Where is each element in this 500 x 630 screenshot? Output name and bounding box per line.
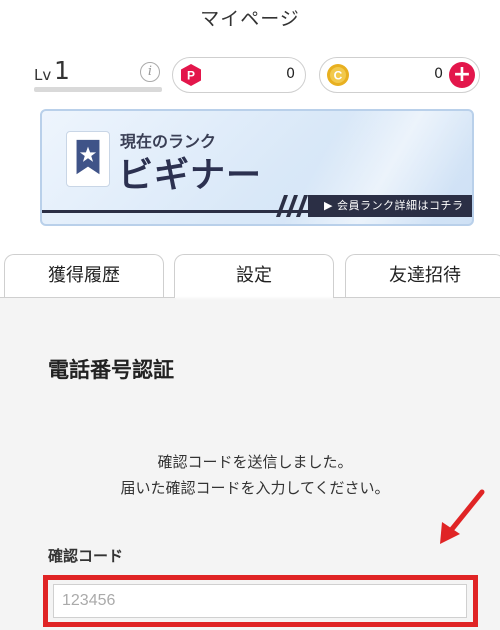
level-prefix: Lv — [34, 66, 52, 84]
svg-text:P: P — [187, 69, 195, 83]
tab-invite[interactable]: 友達招待 — [345, 254, 500, 298]
verification-code-input[interactable] — [53, 584, 467, 618]
rank-ribbon-icon — [66, 131, 110, 187]
section-title: 電話番号認証 — [48, 358, 174, 382]
rank-card[interactable]: 現在のランク ビギナー ▶ 会員ランク詳細はコチラ — [40, 109, 474, 226]
page-title: マイページ — [200, 8, 300, 30]
svg-text:C: C — [334, 69, 343, 83]
coins-value: 0 — [434, 66, 443, 82]
coins-balance: C 0 + — [319, 57, 480, 93]
coin-icon: C — [327, 64, 349, 86]
verification-message-line2: 届いた確認コードを入力してください。 — [120, 479, 390, 497]
points-badge-icon: P — [181, 64, 201, 86]
level-indicator: Lv 1 i — [34, 56, 162, 92]
points-value: 0 — [286, 66, 295, 82]
arrow-icon — [440, 489, 485, 544]
tab-settings[interactable]: 設定 — [174, 254, 334, 298]
info-icon[interactable]: i — [140, 62, 160, 82]
plus-icon[interactable]: + — [449, 62, 475, 88]
rank-stripes-decoration — [276, 195, 308, 217]
tab-history[interactable]: 獲得履歴 — [4, 254, 164, 298]
verification-message-line1: 確認コードを送信しました。 — [157, 453, 353, 471]
points-balance: P 0 — [172, 57, 306, 93]
rank-detail-link[interactable]: ▶ 会員ランク詳細はコチラ — [308, 195, 472, 217]
level-progress-bar — [34, 87, 162, 92]
rank-name: ビギナー — [118, 156, 263, 196]
level-value: 1 — [54, 56, 70, 85]
code-label: 確認コード — [48, 547, 124, 565]
active-tab-connector — [175, 296, 333, 300]
